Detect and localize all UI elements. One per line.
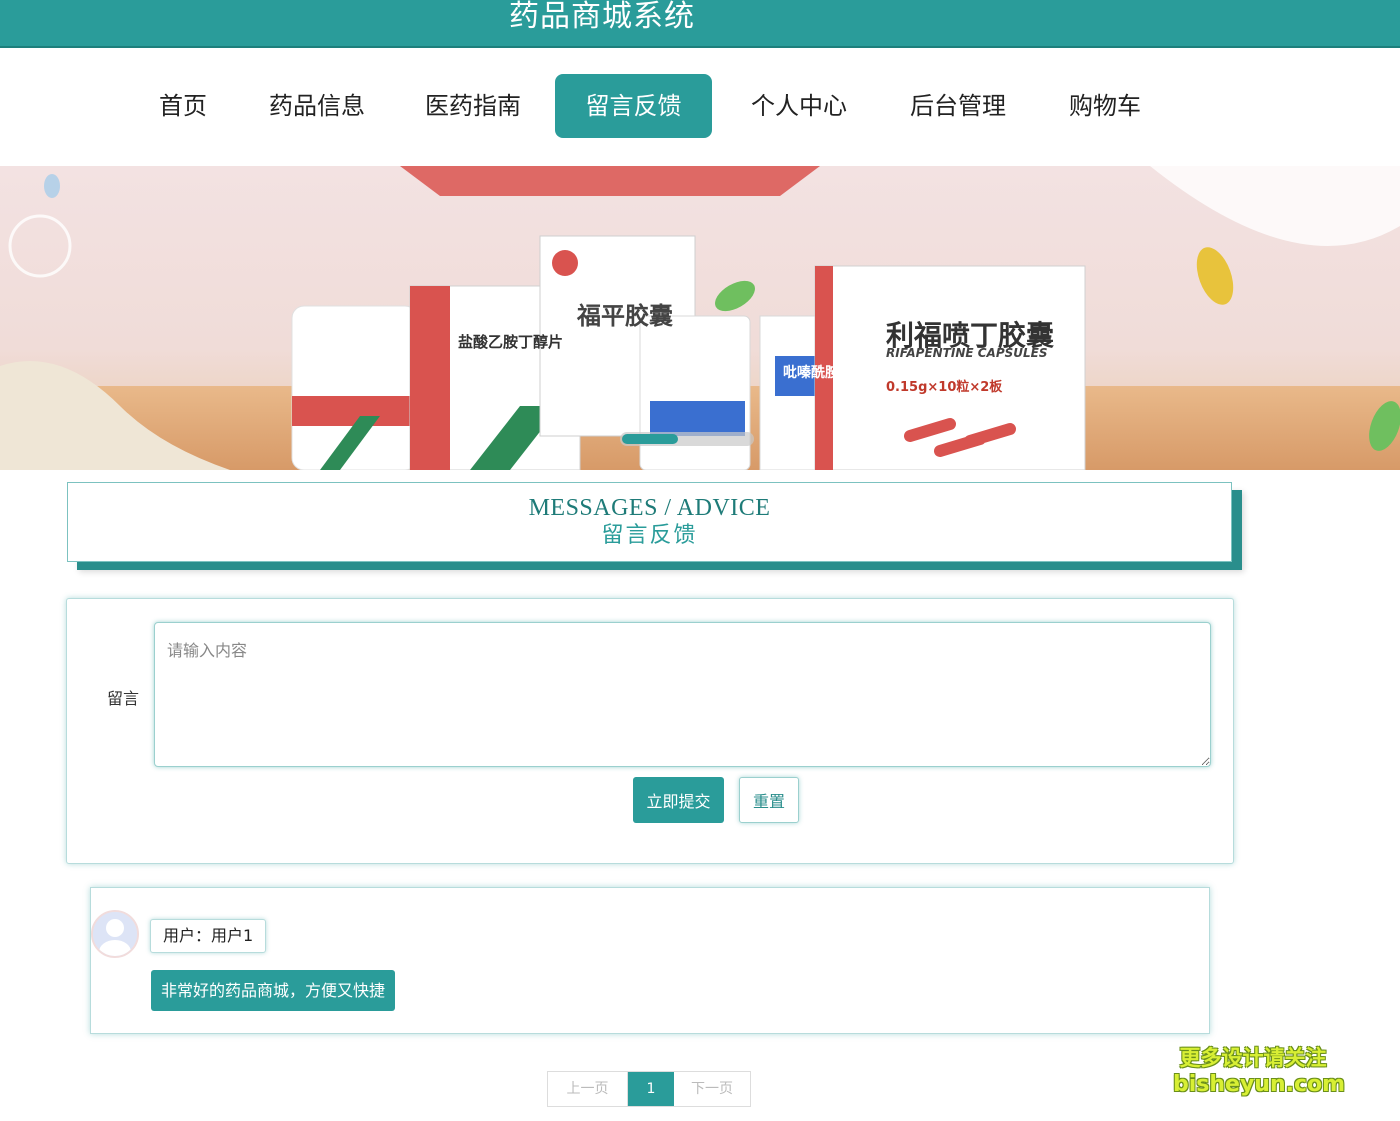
product-label-1: 盐酸乙胺丁醇片 [458,333,564,351]
nav-item-home[interactable]: 首页 [150,74,216,138]
watermark: 更多设计请关注 bisheyun.com [1173,1044,1346,1098]
avatar [91,910,139,958]
submit-button[interactable]: 立即提交 [633,777,724,823]
watermark-line2: bisheyun.com [1173,1072,1346,1097]
message-user: 用户：用户1 [150,919,267,953]
nav-item-drug-info[interactable]: 药品信息 [262,74,372,138]
section-heading: MESSAGES / ADVICE 留言反馈 [67,482,1232,562]
hero-banner: 盐酸乙胺丁醇片 福平胶囊 吡嗪酰胺片 利福喷丁胶囊 RIFAPENTINE CA… [0,166,1400,470]
product-label-3: 吡嗪酰胺片 [783,365,853,381]
nav-item-medical-guide[interactable]: 医药指南 [418,74,528,138]
message-content: 非常好的药品商城，方便又快捷 [151,970,396,1011]
site-title: 药品商城系统 [509,0,695,34]
nav-item-cart[interactable]: 购物车 [1062,74,1148,138]
nav-item-feedback[interactable]: 留言反馈 [555,74,712,138]
product-label-2: 福平胶囊 [577,302,673,330]
nav-item-personal-center[interactable]: 个人中心 [744,74,854,138]
next-page-button[interactable]: 下一页 [674,1072,750,1106]
carousel-indicator-active [622,434,678,444]
section-title-en: MESSAGES / ADVICE [528,495,771,521]
message-input[interactable] [154,622,1211,767]
main-nav: 首页 药品信息 医药指南 留言反馈 个人中心 后台管理 购物车 [0,74,1400,138]
feedback-form: 留言 立即提交 重置 [66,598,1234,864]
user-icon [93,912,137,956]
product-label-5: RIFAPENTINE CAPSULES [886,346,1048,360]
message-label: 留言 [107,689,140,708]
prev-page-button[interactable]: 上一页 [548,1072,628,1106]
top-bar: 药品商城系统 [0,0,1400,48]
banner-image [0,166,1400,470]
pagination: 上一页 1 下一页 [547,1071,751,1107]
watermark-line1: 更多设计请关注 [1179,1046,1327,1070]
section-title-cn: 留言反馈 [601,523,698,548]
product-label-6: 0.15g×10粒×2板 [886,380,1003,395]
reset-button[interactable]: 重置 [739,777,799,823]
page-number-current[interactable]: 1 [628,1072,674,1106]
nav-item-admin[interactable]: 后台管理 [903,74,1013,138]
message-list-item: 用户：用户1 非常好的药品商城，方便又快捷 [90,887,1210,1034]
